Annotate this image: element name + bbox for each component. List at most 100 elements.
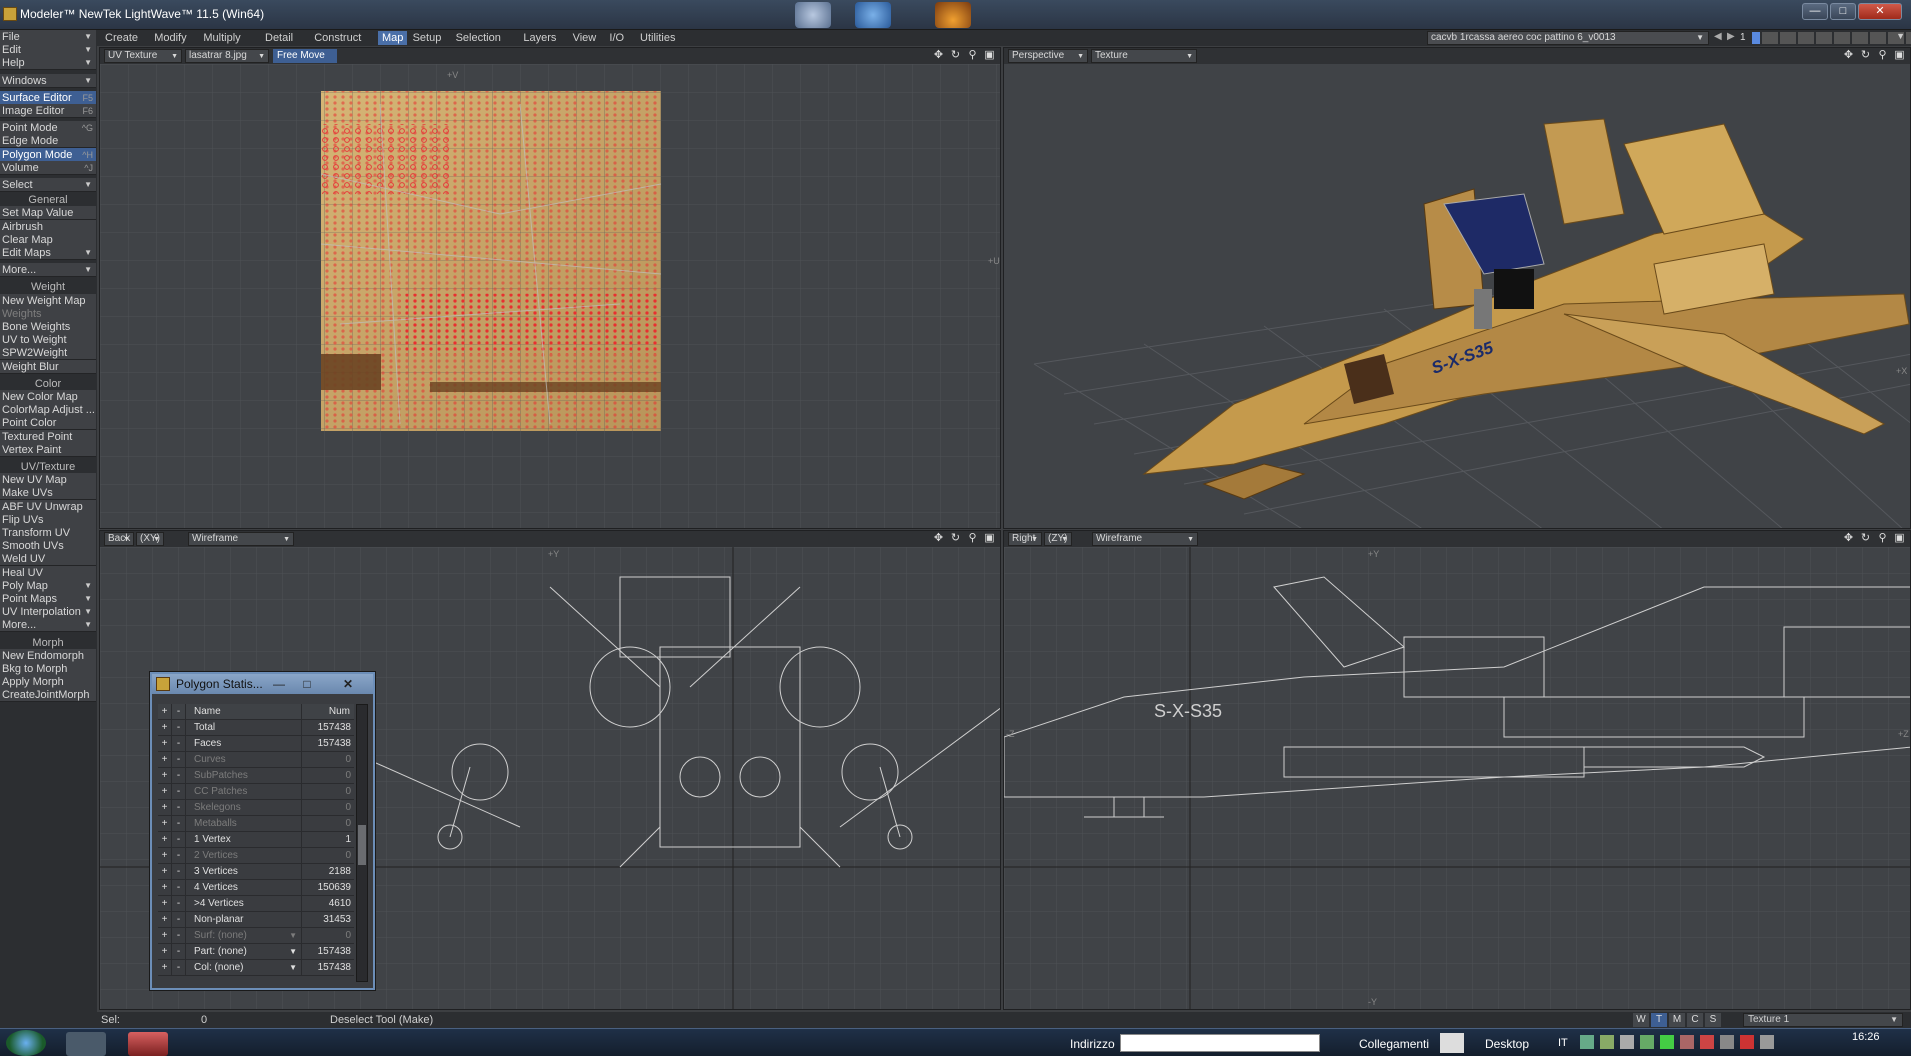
sidebar-heal-uv-button[interactable]: Heal UV xyxy=(0,565,96,580)
minimize-panel-button[interactable]: — xyxy=(267,676,291,692)
layer-button[interactable] xyxy=(1816,32,1832,44)
sidebar-new-weight-map-button[interactable]: New Weight Map xyxy=(0,293,96,308)
next-layer-icon[interactable]: ▶ xyxy=(1727,31,1739,45)
tab-i-o[interactable]: I/O xyxy=(605,31,628,45)
uv-canvas[interactable]: +V +U xyxy=(100,64,1001,529)
select-plus-button[interactable]: + xyxy=(158,960,172,975)
move-view-icon[interactable]: ✥ xyxy=(1842,49,1855,62)
sidebar-colormap-adjust-button[interactable]: ColorMap Adjust ... xyxy=(0,403,96,418)
tab-create[interactable]: Create xyxy=(101,31,142,45)
viewport-right[interactable]: Right (ZY) Wireframe ✥ ↻ ⚲ ▣ S-X-S35 +Y … xyxy=(1003,530,1911,1010)
sidebar-flip-uvs-button[interactable]: Flip UVs xyxy=(0,512,96,527)
close-button[interactable]: ✕ xyxy=(1858,3,1902,20)
sidebar-airbrush-button[interactable]: Airbrush xyxy=(0,219,96,234)
scrollbar-thumb[interactable] xyxy=(358,825,366,865)
toggle-t[interactable]: T xyxy=(1651,1013,1667,1027)
tray-icon[interactable] xyxy=(1680,1035,1694,1049)
tray-icon[interactable] xyxy=(1700,1035,1714,1049)
maximize-viewport-icon[interactable]: ▣ xyxy=(983,532,996,545)
tab-modify[interactable]: Modify xyxy=(150,31,190,45)
tab-multiply[interactable]: Multiply xyxy=(199,31,244,45)
sidebar-poly-map-button[interactable]: Poly Map xyxy=(0,578,96,593)
select-minus-button[interactable]: - xyxy=(172,848,186,863)
tab-layers[interactable]: Layers xyxy=(519,31,560,45)
sidebar-createjointmorph-button[interactable]: CreateJointMorph xyxy=(0,688,96,703)
tab-setup[interactable]: Setup xyxy=(409,31,446,45)
sidebar-vertex-paint-button[interactable]: Vertex Paint xyxy=(0,442,96,457)
select-minus-button[interactable]: - xyxy=(172,960,186,975)
tab-utilities[interactable]: Utilities xyxy=(636,31,679,45)
layer-button[interactable] xyxy=(1798,32,1814,44)
sidebar-edge-mode-button[interactable]: Edge Mode xyxy=(0,134,96,149)
layer-button[interactable] xyxy=(1762,32,1778,44)
sidebar-edit-button[interactable]: Edit xyxy=(0,43,96,58)
select-plus-button[interactable]: + xyxy=(158,800,172,815)
zoom-icon[interactable]: ⚲ xyxy=(1876,49,1889,62)
lightwave-taskbar-button[interactable] xyxy=(128,1032,168,1056)
move-view-icon[interactable]: ✥ xyxy=(932,49,945,62)
layers-dropdown-icon[interactable]: ▼ xyxy=(1896,31,1905,41)
language-indicator[interactable]: IT xyxy=(1558,1037,1568,1049)
sidebar-volume-button[interactable]: Volume ^J xyxy=(0,160,96,175)
select-minus-button[interactable]: - xyxy=(172,912,186,927)
restore-panel-button[interactable]: □ xyxy=(295,676,319,692)
select-plus-button[interactable]: + xyxy=(158,848,172,863)
sidebar-textured-point-button[interactable]: Textured Point xyxy=(0,429,96,444)
toggle-w[interactable]: W xyxy=(1633,1013,1649,1027)
select-minus-button[interactable]: - xyxy=(172,816,186,831)
maximize-viewport-icon[interactable]: ▣ xyxy=(1893,532,1906,545)
prev-layer-icon[interactable]: ◀ xyxy=(1714,31,1726,45)
shading-select[interactable]: Wireframe xyxy=(1092,532,1198,546)
select-minus-button[interactable]: - xyxy=(172,832,186,847)
select-minus-button[interactable]: - xyxy=(172,736,186,751)
polygon-statistics-titlebar[interactable]: Polygon Statis... — □ ✕ xyxy=(152,674,373,694)
layer-button[interactable] xyxy=(1852,32,1868,44)
select-minus-button[interactable]: - xyxy=(172,928,186,943)
sidebar-point-mode-button[interactable]: Point Mode ^G xyxy=(0,121,96,136)
select-plus-button[interactable]: + xyxy=(158,912,172,927)
axis-select[interactable]: (XY) xyxy=(136,532,164,546)
rotate-view-icon[interactable]: ↻ xyxy=(1859,532,1872,545)
network-icon[interactable] xyxy=(1760,1035,1774,1049)
sidebar-smooth-uvs-button[interactable]: Smooth UVs xyxy=(0,539,96,554)
select-plus-button[interactable]: + xyxy=(158,832,172,847)
sidebar-weights-button[interactable]: Weights xyxy=(0,306,96,321)
layer-button[interactable] xyxy=(1906,32,1911,44)
tray-icon[interactable] xyxy=(1580,1035,1594,1049)
texture-select[interactable]: Texture 1 ▼ xyxy=(1743,1013,1903,1027)
sidebar-windows-button[interactable]: Windows xyxy=(0,73,96,88)
tray-icon[interactable] xyxy=(1660,1035,1674,1049)
select-plus-button[interactable]: + xyxy=(158,784,172,799)
start-button-icon[interactable] xyxy=(6,1030,46,1056)
vlc-icon[interactable] xyxy=(935,2,971,28)
axis-select[interactable]: (ZY) xyxy=(1044,532,1072,546)
scene-layer-selector[interactable]: cacvb 1rcassa aereo coc pattino 6_v0013 ▼ xyxy=(1427,31,1709,45)
sidebar-abf-uv-unwrap-button[interactable]: ABF UV Unwrap xyxy=(0,499,96,514)
stat-name[interactable]: Surf: (none) ▼ xyxy=(186,928,302,943)
sidebar-apply-morph-button[interactable]: Apply Morph xyxy=(0,675,96,690)
layer-button[interactable] xyxy=(1870,32,1886,44)
rotate-view-icon[interactable]: ↻ xyxy=(949,49,962,62)
sidebar-edit-maps-button[interactable]: Edit Maps xyxy=(0,246,96,260)
notepad-icon[interactable] xyxy=(1440,1033,1464,1053)
viewport-perspective[interactable]: Perspective Texture ✥ ↻ ⚲ ▣ S-X-S35 xyxy=(1003,47,1911,529)
select-plus-button[interactable]: + xyxy=(158,816,172,831)
tray-icon[interactable] xyxy=(1600,1035,1614,1049)
tab-view[interactable]: View xyxy=(569,31,601,45)
tab-detail[interactable]: Detail xyxy=(261,31,297,45)
tray-icon[interactable] xyxy=(1620,1035,1634,1049)
select-plus-button[interactable]: + xyxy=(158,768,172,783)
select-minus-button[interactable]: - xyxy=(172,720,186,735)
view-type-select[interactable]: Right xyxy=(1008,532,1042,546)
sidebar-polygon-mode-button[interactable]: Polygon Mode ^H xyxy=(0,147,96,162)
tab-construct[interactable]: Construct xyxy=(310,31,365,45)
sidebar-file-button[interactable]: File xyxy=(0,30,96,44)
sidebar-set-map-value-button[interactable]: Set Map Value xyxy=(0,206,96,221)
sidebar-help-button[interactable]: Help xyxy=(0,56,96,71)
select-minus-button[interactable]: - xyxy=(172,784,186,799)
rotate-view-icon[interactable]: ↻ xyxy=(949,532,962,545)
zoom-icon[interactable]: ⚲ xyxy=(1876,532,1889,545)
volume-icon[interactable] xyxy=(1720,1035,1734,1049)
sidebar-uv-interpolation-button[interactable]: UV Interpolation xyxy=(0,605,96,620)
shading-select[interactable]: Wireframe xyxy=(188,532,294,546)
